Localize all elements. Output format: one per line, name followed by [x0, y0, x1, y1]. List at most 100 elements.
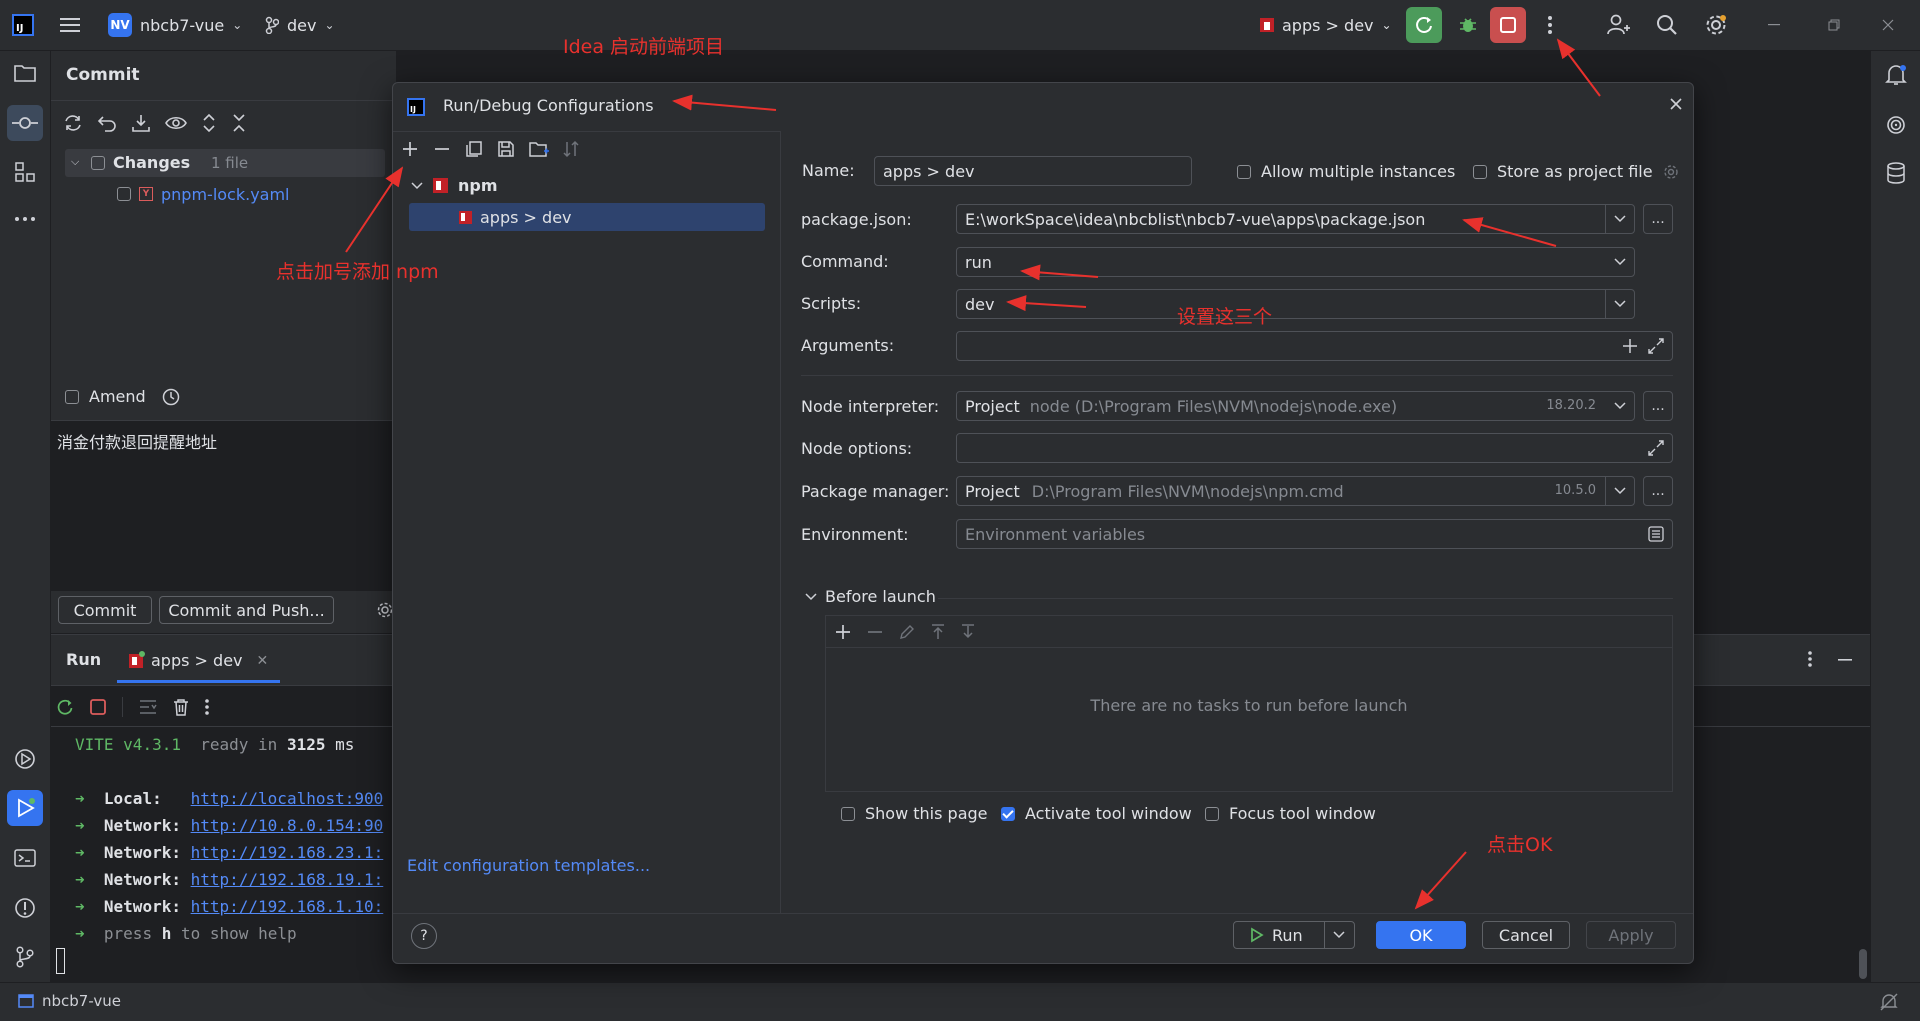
console-scrollbar[interactable] — [1859, 949, 1867, 979]
project-selector[interactable]: NV nbcb7-vue ⌄ — [108, 0, 242, 50]
chevron-down-icon[interactable] — [805, 592, 817, 601]
refresh-icon[interactable] — [63, 113, 83, 133]
console-url-link[interactable]: http://10.8.0.154:90 — [191, 816, 384, 835]
edit-task-icon[interactable] — [898, 623, 916, 641]
remove-task-icon[interactable] — [866, 623, 884, 641]
node-options-input[interactable] — [956, 433, 1673, 463]
edit-templates-link[interactable]: Edit configuration templates... — [407, 856, 650, 875]
edit-list-icon[interactable] — [1648, 526, 1664, 542]
settings-gear-icon[interactable] — [1703, 0, 1729, 50]
restore-icon[interactable] — [1826, 0, 1842, 50]
file-checkbox[interactable] — [117, 187, 131, 201]
before-launch-toggle[interactable]: Before launch — [805, 587, 936, 606]
add-user-icon[interactable] — [1606, 0, 1632, 50]
move-up-icon[interactable] — [930, 623, 946, 641]
rerun-icon[interactable] — [56, 698, 74, 716]
console-url-link[interactable]: http://localhost:900 — [191, 789, 384, 808]
browse-package-json-button[interactable]: ... — [1643, 204, 1673, 234]
close-tab-icon[interactable]: ✕ — [257, 653, 269, 669]
commit-and-push-button[interactable]: Commit and Push... — [159, 596, 334, 624]
services-icon[interactable] — [7, 741, 43, 777]
structure-icon[interactable] — [7, 154, 43, 190]
changes-checkbox[interactable] — [91, 156, 105, 170]
history-clock-icon[interactable] — [162, 388, 180, 406]
chevron-down-icon[interactable] — [1333, 931, 1345, 939]
new-folder-icon[interactable] — [529, 140, 549, 158]
amend-checkbox[interactable] — [65, 389, 79, 404]
save-config-icon[interactable] — [497, 140, 515, 158]
search-icon[interactable] — [1655, 0, 1679, 50]
node-interpreter-select[interactable]: Project node (D:\Program Files\NVM\nodej… — [956, 391, 1635, 421]
chevron-down-icon[interactable] — [411, 181, 423, 190]
chevron-down-icon[interactable] — [1606, 248, 1634, 276]
rollback-icon[interactable] — [97, 113, 117, 133]
browse-package-manager-button[interactable]: ... — [1643, 476, 1673, 506]
run-split-button[interactable]: Run — [1233, 921, 1355, 949]
chevron-down-icon[interactable]: ⌵ — [71, 155, 79, 169]
console-url-link[interactable]: http://192.168.19.1: — [191, 870, 384, 889]
commit-button[interactable]: Commit — [58, 596, 152, 624]
debug-icon[interactable] — [1456, 0, 1480, 50]
git-icon[interactable] — [7, 939, 43, 975]
focus-tool-window-checkbox[interactable] — [1205, 806, 1219, 821]
eye-icon[interactable] — [165, 113, 187, 133]
chevron-down-icon[interactable] — [1606, 392, 1634, 420]
chevron-down-icon[interactable] — [1605, 205, 1634, 233]
tree-item-npm[interactable]: npm — [411, 176, 498, 195]
commit-message-area[interactable]: 消金付款退回提醒地址 — [51, 421, 396, 591]
minimize-icon[interactable] — [1766, 0, 1782, 50]
app-logo-icon[interactable]: IJ — [12, 0, 34, 50]
command-select[interactable]: run — [956, 247, 1635, 277]
show-this-page-checkbox[interactable] — [841, 806, 855, 821]
run-more-icon[interactable] — [1808, 651, 1812, 667]
stop-icon[interactable] — [90, 699, 106, 715]
collapse-all-icon[interactable] — [231, 113, 247, 133]
package-json-input[interactable]: E:\workSpace\idea\nbcblist\nbcb7-vue\app… — [956, 204, 1635, 234]
ok-button[interactable]: OK — [1376, 921, 1466, 949]
more-options-icon[interactable] — [205, 699, 209, 715]
tree-item-apps-dev[interactable]: apps > dev — [409, 203, 765, 231]
add-config-icon[interactable] — [401, 140, 419, 158]
hide-window-icon[interactable] — [1838, 659, 1852, 661]
sort-icon[interactable] — [563, 140, 579, 158]
stop-icon[interactable] — [1490, 7, 1526, 43]
close-dialog-icon[interactable] — [1669, 97, 1683, 111]
browse-node-button[interactable]: ... — [1643, 391, 1673, 421]
rerun-icon[interactable] — [1406, 7, 1442, 43]
move-down-icon[interactable] — [960, 623, 976, 641]
expand-icon[interactable] — [1648, 440, 1664, 456]
remove-config-icon[interactable] — [433, 140, 451, 158]
database-icon[interactable] — [1878, 155, 1914, 191]
environment-input[interactable]: Environment variables — [956, 519, 1673, 549]
close-window-icon[interactable] — [1880, 0, 1896, 50]
changes-group-row[interactable]: ⌵ Changes 1 file — [65, 149, 385, 177]
copy-config-icon[interactable] — [465, 140, 483, 158]
package-manager-select[interactable]: Project D:\Program Files\NVM\nodejs\npm.… — [956, 476, 1635, 506]
scripts-select[interactable]: dev — [956, 289, 1635, 319]
commit-settings-icon[interactable] — [377, 602, 393, 618]
problems-icon[interactable] — [7, 890, 43, 926]
project-folder-icon[interactable] — [7, 55, 43, 91]
more-tools-icon[interactable] — [7, 201, 43, 237]
terminal-icon[interactable] — [7, 840, 43, 876]
changed-file-row[interactable]: Y pnpm-lock.yaml — [117, 181, 290, 207]
more-actions-icon[interactable] — [1540, 0, 1560, 50]
notifications-off-icon[interactable] — [1880, 993, 1898, 1011]
main-menu-icon[interactable] — [60, 0, 80, 50]
add-task-icon[interactable] — [834, 623, 852, 641]
commit-tool-icon[interactable] — [7, 105, 43, 141]
gear-icon[interactable] — [1663, 164, 1679, 180]
allow-multiple-checkbox[interactable] — [1237, 164, 1251, 179]
run-tab[interactable]: apps > dev ✕ — [117, 641, 281, 683]
help-button[interactable]: ? — [411, 923, 437, 949]
branch-selector[interactable]: dev ⌄ — [265, 0, 335, 50]
scroll-to-end-icon[interactable] — [139, 699, 157, 715]
name-input[interactable]: apps > dev — [874, 156, 1192, 186]
ai-assistant-icon[interactable] — [1878, 107, 1914, 143]
notifications-icon[interactable] — [1878, 57, 1914, 93]
expand-all-icon[interactable] — [201, 113, 217, 133]
clear-trash-icon[interactable] — [173, 698, 189, 716]
console-url-link[interactable]: http://192.168.1.10: — [191, 897, 384, 916]
cancel-button[interactable]: Cancel — [1482, 921, 1570, 949]
arguments-input[interactable] — [956, 331, 1673, 361]
